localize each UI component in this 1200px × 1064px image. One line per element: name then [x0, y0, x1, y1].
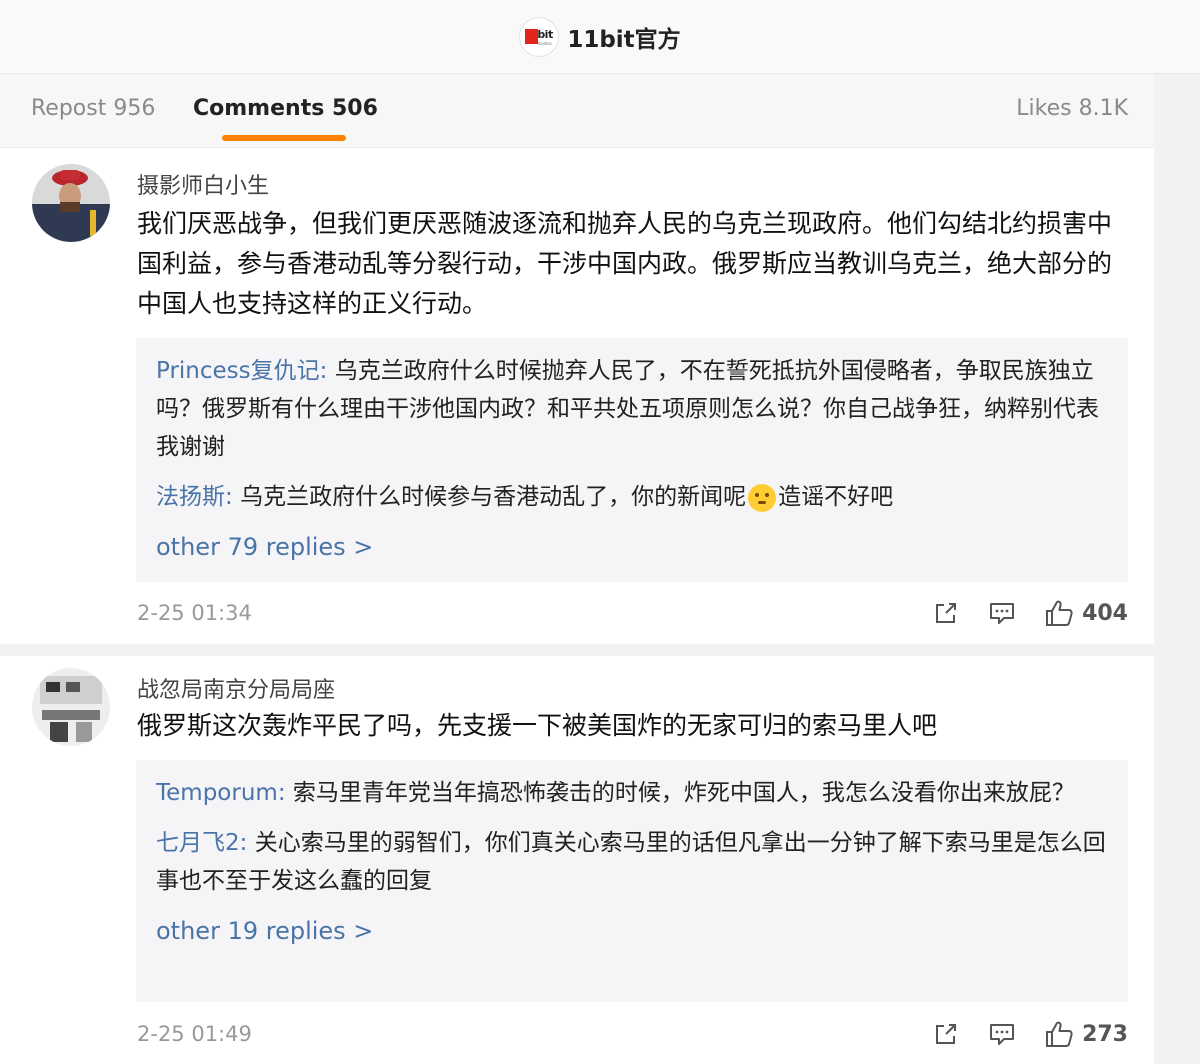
share-button[interactable] — [932, 1020, 960, 1048]
reply-item: 七月飞2: 关心索马里的弱智们，你们真关心索马里的话但凡拿出一分钟了解下索马里是… — [156, 824, 1108, 900]
account-name: 11bit官方 — [567, 26, 681, 53]
account-header[interactable]: bit studios 11bit官方 — [519, 16, 681, 57]
reply-author[interactable]: 法扬斯 — [156, 484, 225, 510]
avatar-photo — [32, 668, 110, 746]
like-button[interactable]: 404 — [1044, 598, 1128, 628]
logo-text: bit — [537, 27, 553, 41]
tab-comments[interactable]: Comments 506 — [193, 96, 378, 121]
like-count: 273 — [1082, 1021, 1128, 1047]
reply-item: Temporum: 索马里青年党当年搞恐怖袭击的时候，炸死中国人，我怎么没看你出… — [156, 774, 1108, 812]
thumbs-up-icon — [1046, 1021, 1073, 1047]
share-button[interactable] — [932, 599, 960, 627]
reply-separator: : — [239, 830, 255, 856]
comment-text: 俄罗斯这次轰炸平民了吗，先支援一下被美国炸的无家可归的索马里人吧 — [137, 711, 938, 740]
comment-button[interactable] — [988, 1020, 1016, 1048]
share-icon — [936, 603, 957, 623]
like-button[interactable]: 273 — [1044, 1019, 1128, 1049]
avatar[interactable] — [32, 164, 110, 242]
share-icon — [936, 1024, 957, 1044]
avatar[interactable] — [32, 668, 110, 746]
more-replies-link[interactable]: other 19 replies > — [156, 912, 1108, 950]
comment-icon — [990, 1024, 1015, 1045]
reply-text: 造谣不好吧 — [778, 484, 894, 510]
reply-separator: : — [319, 358, 335, 384]
reply-author[interactable]: 七月飞2 — [156, 830, 240, 856]
logo-subtext: studios — [537, 40, 552, 46]
reply-box: Temporum: 索马里青年党当年搞恐怖袭击的时候，炸死中国人，我怎么没看你出… — [136, 760, 1128, 1002]
active-tab-indicator — [222, 135, 346, 141]
like-count: 404 — [1082, 600, 1128, 626]
reply-text: 乌克兰政府什么时候参与香港动乱了，你的新闻呢 — [240, 484, 747, 510]
comment-timestamp: 2-25 01:49 — [137, 1022, 252, 1046]
tab-bar: Repost 956 Comments 506 Likes 8.1K — [0, 74, 1154, 148]
tab-likes[interactable]: Likes 8.1K — [1016, 96, 1128, 121]
more-replies-link[interactable]: other 79 replies > — [156, 528, 1108, 566]
tab-repost[interactable]: Repost 956 — [31, 96, 155, 121]
reply-item: 法扬斯: 乌克兰政府什么时候参与香港动乱了，你的新闻呢 造谣不好吧 — [156, 478, 1108, 516]
reply-text: 关心索马里的弱智们，你们真关心索马里的话但凡拿出一分钟了解下索马里是怎么回事也不… — [156, 830, 1106, 894]
reply-author[interactable]: Temporum — [156, 780, 278, 806]
comment-actions: 273 — [904, 1019, 1128, 1049]
comment-text: 我们厌恶战争，但我们更厌恶随波逐流和抛弃人民的乌克兰现政府。他们勾结北约损害中国… — [137, 209, 1113, 318]
section-divider — [0, 644, 1154, 656]
reply-separator: : — [225, 484, 241, 510]
thumbs-up-icon — [1046, 600, 1073, 626]
reply-author[interactable]: Princess复仇记 — [156, 358, 320, 384]
avatar-photo — [32, 164, 110, 242]
reply-item: Princess复仇记: 乌克兰政府什么时候抛弃人民了，不在誓死抵抗外国侵略者，… — [156, 352, 1108, 466]
comment-feed: 摄影师白小生 我们厌恶战争，但我们更厌恶随波逐流和抛弃人民的乌克兰现政府。他们勾… — [0, 148, 1154, 1064]
comment-actions: 404 — [904, 598, 1128, 628]
comment-button[interactable] — [988, 599, 1016, 627]
account-logo: bit studios — [519, 16, 560, 57]
comment-author[interactable]: 摄影师白小生 — [137, 168, 269, 200]
comment-author[interactable]: 战忽局南京分局局座 — [137, 672, 335, 704]
right-gutter — [1154, 74, 1200, 1064]
thinking-emoji-icon — [748, 483, 777, 512]
comment-timestamp: 2-25 01:34 — [137, 601, 252, 625]
reply-text: 索马里青年党当年搞恐怖袭击的时候，炸死中国人，我怎么没看你出来放屁？ — [292, 780, 1075, 806]
comment-icon — [990, 603, 1015, 624]
reply-separator: : — [277, 780, 293, 806]
reply-box: Princess复仇记: 乌克兰政府什么时候抛弃人民了，不在誓死抵抗外国侵略者，… — [136, 338, 1128, 582]
top-bar: bit studios 11bit官方 — [0, 0, 1200, 74]
